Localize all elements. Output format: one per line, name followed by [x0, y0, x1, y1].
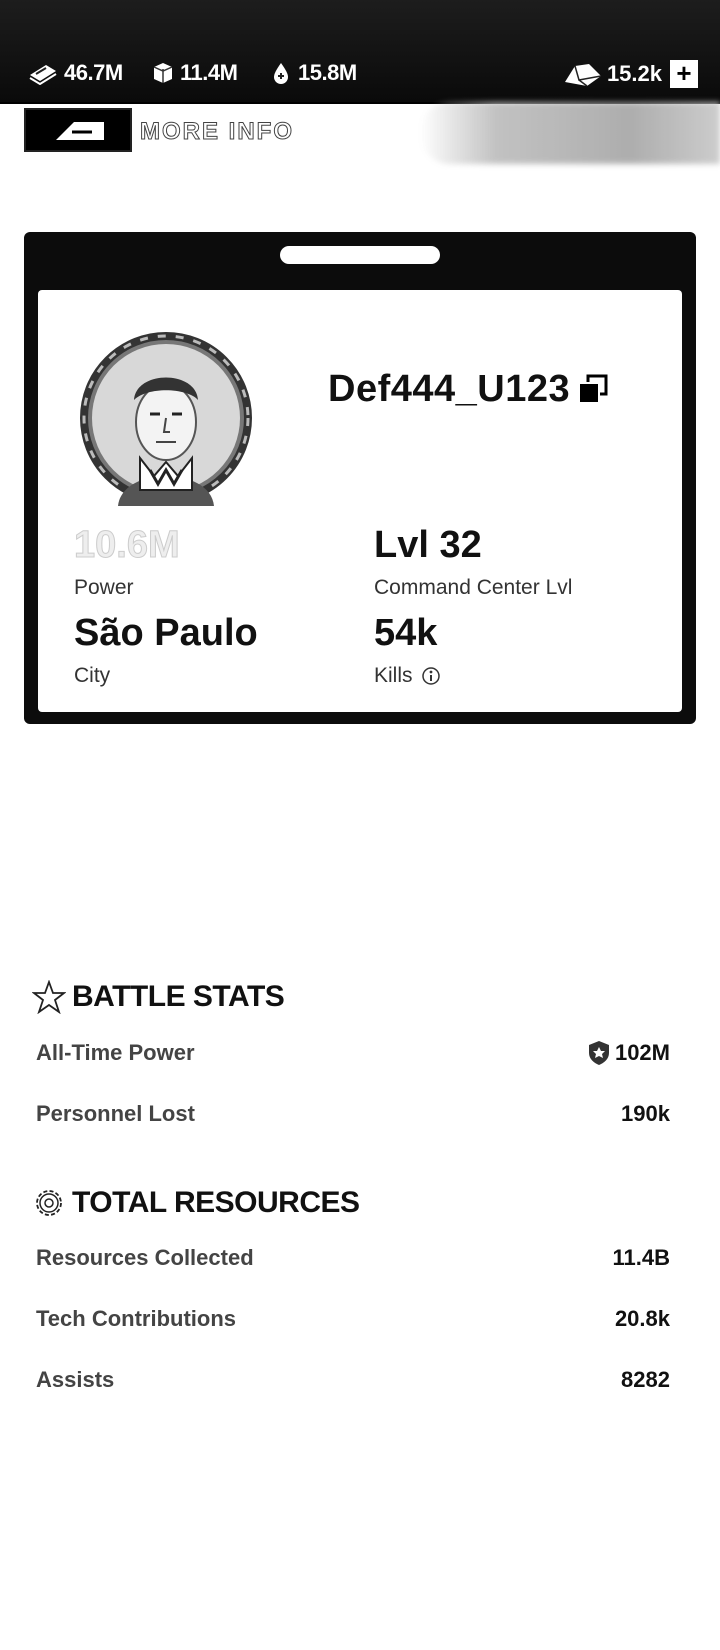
cash-resource[interactable]: 46.7M [28, 60, 123, 86]
tech-contributions-value: 20.8k [614, 1306, 670, 1331]
premium-resource[interactable]: 15.2k + [563, 60, 698, 88]
resources-collected-label: Resources Collected [36, 1245, 254, 1270]
fuel-resource[interactable]: 15.8M [270, 60, 357, 86]
more-info-heading: MORE INFO [140, 118, 294, 146]
all-time-power-value: 102M [614, 1040, 670, 1065]
back-button[interactable] [24, 108, 132, 152]
card-drag-handle[interactable] [280, 246, 440, 264]
copy-icon[interactable] [578, 374, 608, 404]
assists-label: Assists [36, 1367, 115, 1392]
player-name: Def444_U123 [328, 368, 571, 410]
command-center-level-label: Command Center Lvl [374, 576, 573, 599]
resource-bar: 46.7M 11.4M 15.8M 15.2k + [0, 0, 720, 104]
tech-contributions-label: Tech Contributions [36, 1306, 237, 1331]
resources-collected-value: 11.4B [612, 1245, 671, 1270]
profile-card: Def444_U123 10.6M Power Lvl 32 Command C… [24, 232, 696, 724]
profile-card-body: Def444_U123 10.6M Power Lvl 32 Command C… [38, 290, 682, 712]
power-value: 10.6M [74, 524, 181, 567]
city-value: São Paulo [74, 612, 258, 654]
personnel-lost-value: 190k [621, 1101, 670, 1126]
info-icon[interactable] [421, 666, 441, 686]
supplies-amount: 11.4M [180, 60, 238, 85]
all-time-power-label: All-Time Power [36, 1040, 195, 1065]
supplies-resource[interactable]: 11.4M [152, 60, 238, 86]
personnel-lost-label: Personnel Lost [36, 1101, 195, 1126]
city-label: City [74, 664, 111, 687]
kills-value: 54k [374, 612, 438, 654]
avatar[interactable] [78, 330, 254, 506]
gold-bars-icon [564, 64, 602, 87]
battle-stats-heading: BATTLE STATS [32, 980, 285, 1014]
kills-label-row: Kills [374, 664, 441, 688]
total-resources-title: TOTAL RESOURCES [72, 1186, 360, 1219]
assists-value: 8282 [621, 1367, 670, 1392]
shield-star-icon [588, 1041, 609, 1065]
gear-icon [36, 1190, 62, 1216]
back-arrow-icon [56, 122, 104, 140]
total-resources-heading: TOTAL RESOURCES [32, 1186, 360, 1220]
command-center-level-value: Lvl 32 [374, 524, 482, 566]
fuel-drop-icon [274, 63, 288, 84]
fuel-amount: 15.8M [298, 60, 357, 85]
battle-stats-title: BATTLE STATS [72, 980, 285, 1013]
power-label: Power [74, 576, 134, 599]
header-banner-shade [420, 102, 720, 164]
cash-stack-icon [29, 65, 57, 85]
cash-amount: 46.7M [64, 60, 123, 85]
crate-icon [153, 63, 173, 83]
add-premium-button[interactable]: + [670, 60, 698, 88]
premium-amount: 15.2k [606, 61, 662, 86]
kills-label: Kills [374, 664, 413, 687]
star-icon [32, 980, 66, 1014]
all-time-power-value-row: 102M [587, 1040, 670, 1066]
